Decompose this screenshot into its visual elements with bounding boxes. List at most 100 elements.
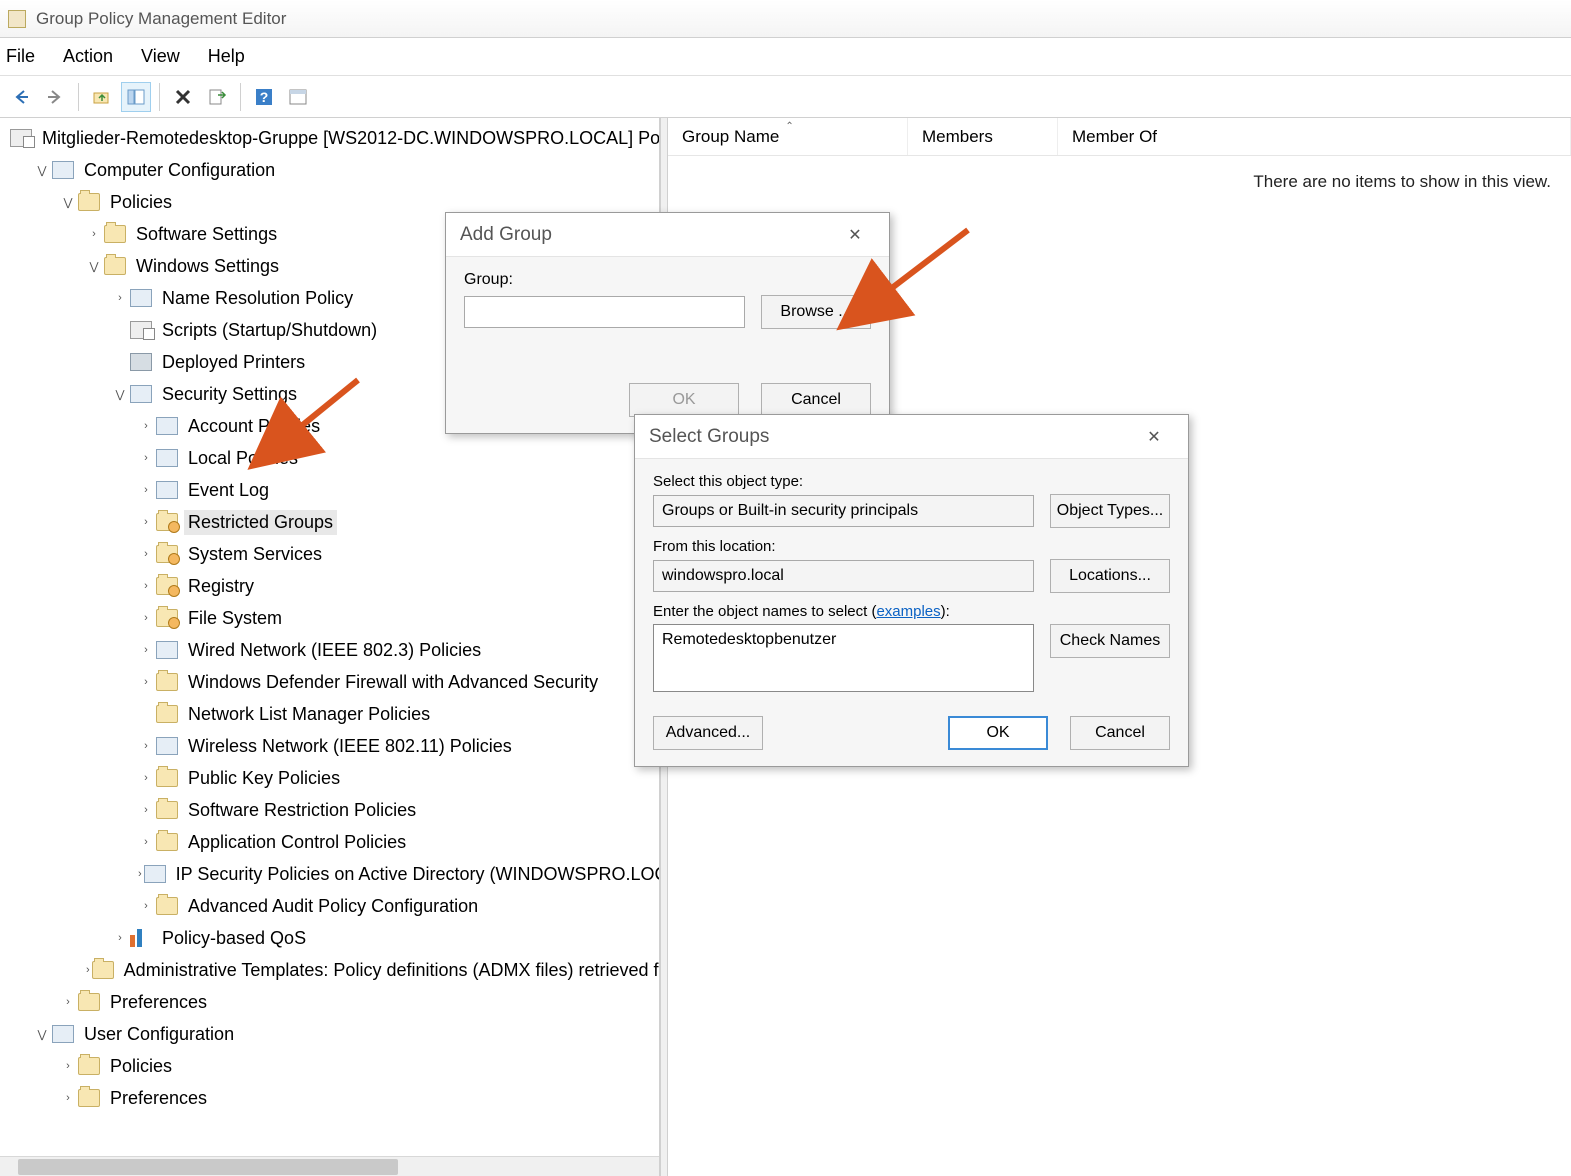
window-title: Group Policy Management Editor [36, 9, 286, 29]
expand-toggle[interactable]: › [60, 1058, 76, 1074]
check-names-button[interactable]: Check Names [1050, 624, 1170, 658]
tree-registry[interactable]: Registry [184, 574, 258, 599]
expand-toggle[interactable]: › [138, 450, 154, 466]
expand-toggle[interactable]: › [138, 578, 154, 594]
group-name-input[interactable] [464, 296, 745, 328]
expand-toggle[interactable]: › [138, 418, 154, 434]
up-folder-button[interactable] [87, 82, 117, 112]
group-label: Group: [464, 271, 871, 289]
expand-toggle[interactable]: › [138, 674, 154, 690]
expand-toggle[interactable]: › [112, 930, 128, 946]
expand-toggle[interactable]: › [86, 226, 102, 242]
tree-aapc[interactable]: Advanced Audit Policy Configuration [184, 894, 482, 919]
tree-name-res[interactable]: Name Resolution Policy [158, 286, 357, 311]
tree-user-policies[interactable]: Policies [106, 1054, 176, 1079]
column-group-name[interactable]: Group Name⌃ [668, 118, 908, 155]
tree-user-preferences[interactable]: Preferences [106, 1086, 211, 1111]
cancel-button[interactable]: Cancel [1070, 716, 1170, 750]
export-button[interactable] [202, 82, 232, 112]
help-button[interactable]: ? [249, 82, 279, 112]
locked-folder-icon [156, 545, 178, 563]
browse-button[interactable]: Browse ... [761, 295, 871, 329]
tree-computer-config[interactable]: Computer Configuration [80, 158, 279, 183]
locations-button[interactable]: Locations... [1050, 559, 1170, 593]
network-icon [156, 641, 178, 659]
tree-srp[interactable]: Software Restriction Policies [184, 798, 420, 823]
expand-toggle[interactable]: › [138, 482, 154, 498]
expand-toggle[interactable]: › [138, 738, 154, 754]
tree-firewall[interactable]: Windows Defender Firewall with Advanced … [184, 670, 602, 695]
expand-toggle[interactable]: › [112, 290, 128, 306]
tree-software-settings[interactable]: Software Settings [132, 222, 281, 247]
tree-network-list[interactable]: Network List Manager Policies [184, 702, 434, 727]
examples-link[interactable]: examples [876, 603, 940, 620]
expand-toggle[interactable]: › [138, 514, 154, 530]
forward-button[interactable] [40, 82, 70, 112]
ok-button[interactable]: OK [948, 716, 1048, 750]
folder-icon [156, 833, 178, 851]
tree-wired-network[interactable]: Wired Network (IEEE 802.3) Policies [184, 638, 485, 663]
toolbar: ? [0, 76, 1571, 118]
object-names-input[interactable] [653, 624, 1034, 692]
tree-wireless-network[interactable]: Wireless Network (IEEE 802.11) Policies [184, 734, 516, 759]
delete-button[interactable] [168, 82, 198, 112]
annotation-arrow-icon [280, 372, 370, 457]
ok-button[interactable]: OK [629, 383, 739, 417]
object-types-button[interactable]: Object Types... [1050, 494, 1170, 528]
tree-event-log[interactable]: Event Log [184, 478, 273, 503]
expand-toggle[interactable]: › [138, 642, 154, 658]
expand-toggle[interactable]: › [138, 610, 154, 626]
tree-acp[interactable]: Application Control Policies [184, 830, 410, 855]
expand-toggle[interactable]: ⋁ [34, 162, 50, 178]
expand-toggle[interactable]: › [138, 802, 154, 818]
enter-names-label: Enter the object names to select (exampl… [653, 603, 1170, 620]
tree-policies[interactable]: Policies [106, 190, 176, 215]
tree-file-system[interactable]: File System [184, 606, 286, 631]
tree-pki[interactable]: Public Key Policies [184, 766, 344, 791]
expand-toggle[interactable]: › [138, 770, 154, 786]
tree-scripts[interactable]: Scripts (Startup/Shutdown) [158, 318, 381, 343]
expand-toggle[interactable]: › [86, 962, 90, 978]
advanced-button[interactable]: Advanced... [653, 716, 763, 750]
expand-toggle[interactable]: ⋁ [60, 194, 76, 210]
expand-toggle[interactable]: ⋁ [86, 258, 102, 274]
tree-admin-templates[interactable]: Administrative Templates: Policy definit… [120, 958, 660, 983]
locked-folder-icon [156, 609, 178, 627]
column-members[interactable]: Members [908, 118, 1058, 155]
back-button[interactable] [6, 82, 36, 112]
tree-preferences[interactable]: Preferences [106, 990, 211, 1015]
tree-root-policy[interactable]: Mitglieder-Remotedesktop-Gruppe [WS2012-… [38, 126, 660, 151]
expand-toggle[interactable]: › [60, 1090, 76, 1106]
menu-help[interactable]: Help [208, 46, 245, 67]
expand-toggle[interactable]: ⋁ [34, 1026, 50, 1042]
tree-pbqos[interactable]: Policy-based QoS [158, 926, 310, 951]
cancel-button[interactable]: Cancel [761, 383, 871, 417]
expand-toggle[interactable]: › [138, 834, 154, 850]
horizontal-scrollbar[interactable] [0, 1156, 659, 1176]
expand-toggle[interactable]: › [138, 866, 142, 882]
network-icon [156, 737, 178, 755]
tree-restricted-groups[interactable]: Restricted Groups [184, 510, 337, 535]
show-hide-tree-button[interactable] [121, 82, 151, 112]
tree-system-services[interactable]: System Services [184, 542, 326, 567]
expand-toggle[interactable]: › [138, 546, 154, 562]
close-button[interactable]: ✕ [835, 220, 875, 250]
computer-icon [52, 161, 74, 179]
expand-toggle[interactable]: › [138, 898, 154, 914]
menu-file[interactable]: File [6, 46, 35, 67]
column-member-of[interactable]: Member Of [1058, 118, 1571, 155]
menu-action[interactable]: Action [63, 46, 113, 67]
folder-icon [78, 1057, 100, 1075]
tree-deployed-printers[interactable]: Deployed Printers [158, 350, 309, 375]
expand-toggle[interactable]: › [60, 994, 76, 1010]
expand-toggle[interactable]: ⋁ [112, 386, 128, 402]
tree-windows-settings[interactable]: Windows Settings [132, 254, 283, 279]
tree-ipsec[interactable]: IP Security Policies on Active Directory… [172, 862, 660, 887]
menu-bar: File Action View Help [0, 38, 1571, 76]
sort-ascending-icon: ⌃ [785, 121, 793, 132]
filter-button[interactable] [283, 82, 313, 112]
close-button[interactable]: ✕ [1134, 422, 1174, 452]
folder-icon [78, 193, 100, 211]
menu-view[interactable]: View [141, 46, 180, 67]
tree-user-config[interactable]: User Configuration [80, 1022, 238, 1047]
